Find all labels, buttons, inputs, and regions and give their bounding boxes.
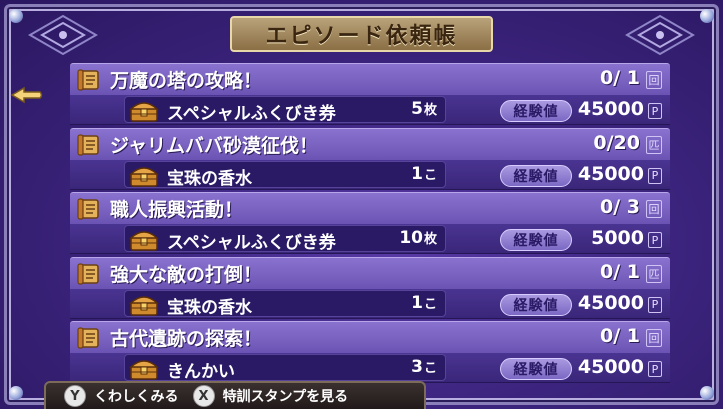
details-label: くわしくみる: [94, 389, 179, 405]
exp-points: 5000: [591, 227, 644, 249]
quest-name: 古代遺跡の探索！: [110, 328, 263, 350]
reward-name: スペシャルふくびき券: [167, 104, 336, 124]
reward-qty-unit: こ: [423, 296, 437, 312]
training-stamp-button[interactable]: X 特訓スタンプを見る: [192, 385, 349, 407]
quest-name: 職人振興活動！: [110, 199, 244, 221]
quest-header: 強大な敵の打倒！ 0/ 1 匹: [70, 256, 670, 289]
quest-header: 職人振興活動！ 0/ 3 回: [70, 192, 670, 224]
exp-unit: P: [648, 361, 662, 377]
quest-progress: 0/ 1: [600, 325, 640, 347]
reward-name: スペシャルふくびき券: [167, 233, 336, 253]
exp-badge: 経験値: [500, 100, 572, 122]
reward-item: きんかい 3こ: [124, 354, 446, 382]
quest-progress: 0/ 1: [600, 260, 640, 283]
treasure-chest-icon: [129, 166, 159, 187]
reward-quantity: 3こ: [411, 357, 437, 377]
scroll-icon: [77, 133, 99, 156]
exp-badge: 経験値: [500, 229, 572, 251]
reward-item: スペシャルふくびき券 10枚: [124, 225, 446, 253]
window-title-bar: エピソード依頼帳: [230, 16, 493, 52]
exp-badge: 経験値: [500, 164, 572, 187]
exp-unit: P: [648, 167, 662, 184]
ornament-icon: [28, 14, 98, 56]
quest-header: ジャリムババ砂漠征伐！ 0/20 匹: [70, 127, 670, 160]
scroll-icon: [77, 69, 99, 91]
progress-unit: 回: [646, 329, 662, 347]
quest-progress: 0/20: [593, 131, 640, 154]
scroll-icon: [77, 327, 99, 349]
reward-qty-unit: こ: [423, 167, 437, 183]
exp-points: 45000: [577, 291, 644, 314]
exp-points: 45000: [577, 162, 644, 185]
treasure-chest-icon: [129, 102, 159, 122]
reward-qty-value: 3: [411, 357, 423, 377]
quest-entry[interactable]: 職人振興活動！ 0/ 3 回 スペシャルふくびき券 10枚 経験値 5000 P: [70, 192, 670, 257]
corner-gem-icon: [9, 9, 23, 23]
quest-progress: 0/ 3: [600, 196, 640, 218]
ornament-icon: [625, 14, 695, 56]
reward-qty-unit: こ: [423, 361, 437, 376]
scroll-icon: [77, 198, 99, 220]
x-button-icon: X: [192, 385, 215, 407]
quest-progress: 0/ 1: [600, 67, 640, 89]
progress-unit: 匹: [646, 135, 662, 154]
treasure-chest-icon: [129, 231, 159, 251]
reward-qty-value: 1: [411, 163, 423, 184]
quest-entry[interactable]: 万魔の塔の攻略！ 0/ 1 回 スペシャルふくびき券 5枚 経験値 45000 …: [70, 63, 670, 128]
progress-unit: 回: [646, 71, 662, 89]
scroll-icon: [77, 262, 99, 285]
exp-unit: P: [648, 232, 662, 248]
quest-header: 古代遺跡の探索！ 0/ 1 回: [70, 321, 670, 353]
quest-entry[interactable]: ジャリムババ砂漠征伐！ 0/20 匹 宝珠の香水 1こ 経験値 45000 P: [70, 127, 670, 193]
exp-badge: 経験値: [500, 358, 572, 380]
quest-name: 万魔の塔の攻略！: [110, 70, 263, 92]
corner-gem-icon: [9, 386, 23, 400]
reward-name: 宝珠の香水: [167, 297, 252, 318]
corner-gem-icon: [700, 9, 714, 23]
reward-qty-value: 1: [411, 292, 423, 313]
exp-badge: 経験値: [500, 293, 572, 316]
treasure-chest-icon: [129, 295, 159, 316]
reward-quantity: 5枚: [411, 99, 437, 119]
reward-name: きんかい: [167, 362, 235, 382]
reward-qty-unit: 枚: [423, 232, 437, 247]
window-title: エピソード依頼帳: [265, 24, 458, 49]
progress-unit: 匹: [646, 264, 662, 283]
quest-name: ジャリムババ砂漠征伐！: [110, 134, 319, 157]
details-button[interactable]: Y くわしくみる: [64, 385, 179, 407]
training-stamp-label: 特訓スタンプを見る: [222, 389, 349, 405]
reward-qty-value: 5: [411, 99, 423, 119]
quest-name: 強大な敵の打倒！: [110, 263, 263, 286]
episode-request-window: エピソード依頼帳 万魔の塔の攻略！ 0/ 1 回 スペシャルふくびき券 5枚 経…: [0, 0, 723, 409]
y-button-icon: Y: [64, 385, 86, 407]
quest-header: 万魔の塔の攻略！ 0/ 1 回: [70, 63, 670, 95]
reward-qty-value: 10: [399, 228, 423, 248]
reward-item: スペシャルふくびき券 5枚: [124, 96, 446, 124]
treasure-chest-icon: [129, 360, 159, 380]
exp-unit: P: [648, 296, 662, 313]
pointer-hand-icon: [10, 86, 43, 104]
progress-unit: 回: [646, 200, 662, 218]
quest-list: 万魔の塔の攻略！ 0/ 1 回 スペシャルふくびき券 5枚 経験値 45000 …: [70, 63, 670, 386]
reward-item: 宝珠の香水 1こ: [124, 160, 446, 189]
corner-gem-icon: [700, 386, 714, 400]
footer-controls: Y くわしくみる X 特訓スタンプを見る: [44, 381, 426, 409]
reward-qty-unit: 枚: [423, 103, 437, 118]
reward-quantity: 1こ: [411, 164, 437, 184]
exp-points: 45000: [577, 356, 644, 378]
reward-quantity: 10枚: [399, 228, 437, 248]
quest-entry[interactable]: 古代遺跡の探索！ 0/ 1 回 きんかい 3こ 経験値 45000 P: [70, 321, 670, 386]
quest-entry[interactable]: 強大な敵の打倒！ 0/ 1 匹 宝珠の香水 1こ 経験値 45000 P: [70, 256, 670, 322]
exp-unit: P: [648, 103, 662, 119]
reward-item: 宝珠の香水 1こ: [124, 289, 446, 318]
reward-name: 宝珠の香水: [167, 168, 252, 189]
exp-points: 45000: [577, 98, 644, 120]
reward-quantity: 1こ: [411, 293, 437, 313]
